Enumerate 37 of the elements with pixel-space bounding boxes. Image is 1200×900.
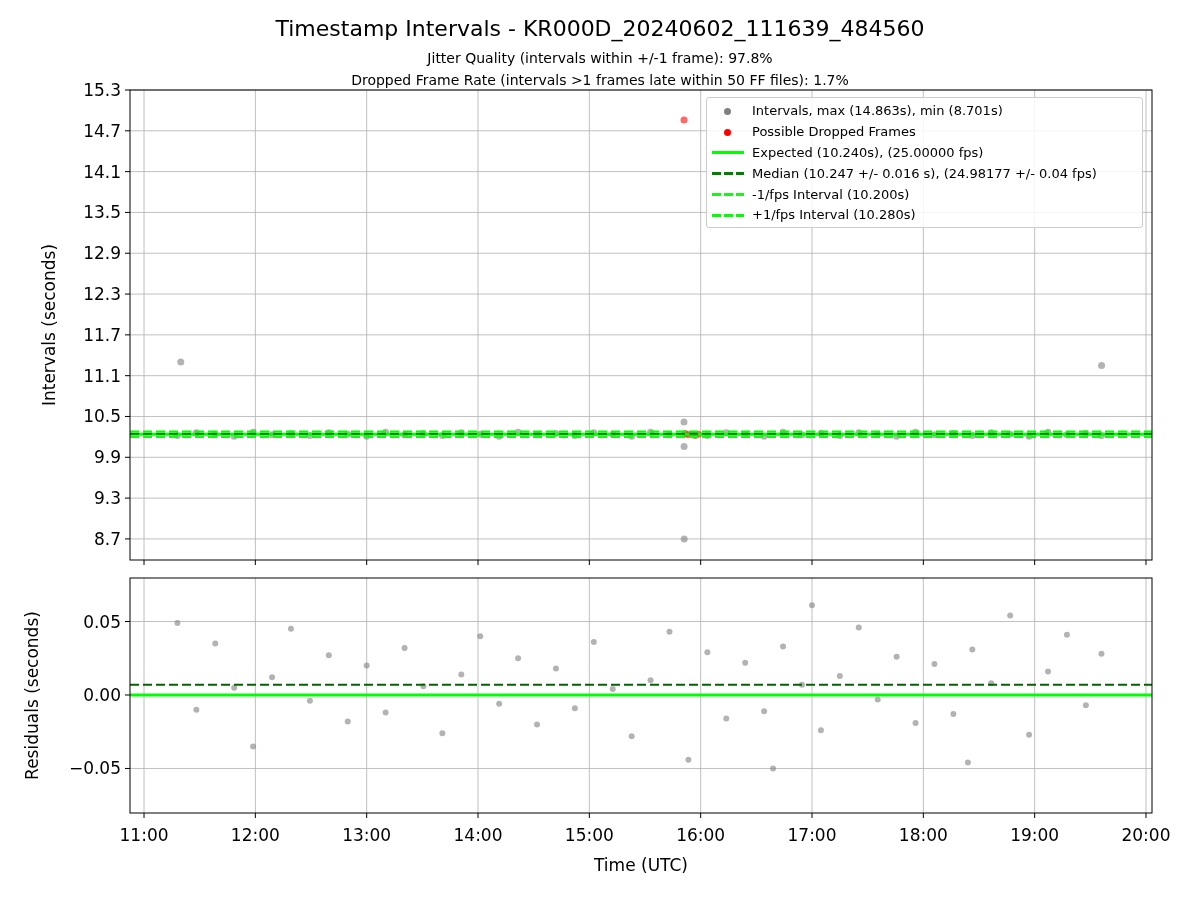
legend-label: Intervals, max (14.863s), min (8.701s) (752, 103, 1003, 120)
tick-label: 18:00 (898, 825, 948, 845)
tick-label: 11.7 (83, 324, 121, 345)
tick-label: 19:00 (1010, 825, 1060, 845)
legend-label: +1/fps Interval (10.280s) (752, 207, 916, 224)
tick-label: 14:00 (453, 825, 503, 845)
legend-label: Median (10.247 +/- 0.016 s), (24.98177 +/- 0.04 fps) (752, 165, 1097, 182)
tick-label: 11:00 (119, 825, 169, 845)
tick-label: 12:00 (230, 825, 280, 845)
tick-label: 9.9 (93, 447, 121, 468)
y-axis-label: Intervals (seconds) (39, 243, 59, 407)
y-axis-label: Residuals (seconds) (22, 611, 42, 780)
tick-label: 11.1 (83, 365, 121, 386)
tick-label: 15.3 (83, 80, 121, 100)
tick-label: 12.9 (83, 243, 121, 264)
tick-label: −0.05 (68, 758, 121, 779)
tick-label: 8.7 (93, 528, 121, 549)
chart-subtitle: Jitter Quality (intervals within +/-1 frame): 97.8% (427, 49, 773, 68)
legend-label: Expected (10.240s), (25.00000 fps) (752, 145, 984, 161)
tick-label: 13.5 (83, 202, 121, 223)
tick-label: 10.5 (83, 406, 121, 427)
tick-label: 16:00 (676, 825, 726, 845)
tick-label: 14.1 (83, 161, 121, 182)
tick-label: 17:00 (787, 825, 837, 845)
chart-title: Timestamp Intervals - KR000D_20240602_111639_484560 (275, 15, 925, 43)
tick-label: 20:00 (1121, 825, 1171, 845)
chart-subtitle: Dropped Frame Rate (intervals >1 frames late within 50 FF files): 1.7% (351, 71, 849, 90)
tick-label: 13:00 (342, 825, 392, 845)
tick-label: 15:00 (564, 825, 614, 845)
tick-label: 14.7 (83, 120, 121, 141)
tick-label: 0.00 (83, 685, 121, 705)
legend-label: -1/fps Interval (10.200s) (752, 186, 910, 203)
tick-label: 12.3 (83, 284, 121, 305)
legend-label: Possible Dropped Frames (752, 124, 916, 141)
tick-label: 9.3 (93, 488, 121, 509)
x-axis-label: Time (UTC) (594, 855, 688, 875)
tick-label: 0.05 (83, 611, 121, 632)
